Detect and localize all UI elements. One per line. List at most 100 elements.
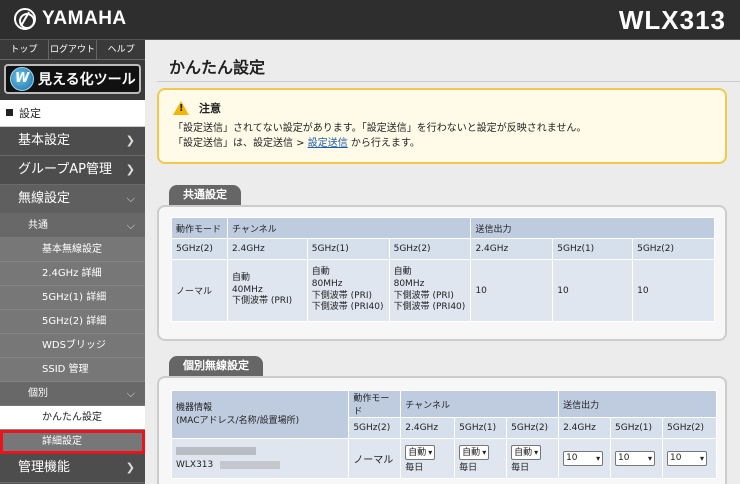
notice-box: ! 注意 「設定送信」されてない設定があります。「設定送信」を行わないと設定が反… bbox=[157, 88, 727, 164]
yamaha-logo: YAMAHA bbox=[14, 8, 127, 30]
header-power: 送信出力 bbox=[558, 390, 717, 418]
power-24ghz-select[interactable]: 10 ▾ bbox=[563, 451, 604, 466]
visualization-tool-button[interactable]: 見える化ツール bbox=[4, 64, 141, 94]
cell-subtext: 毎日 bbox=[459, 462, 478, 473]
cell-line: 80MHz bbox=[311, 278, 343, 289]
notice-heading: ! 注意 bbox=[173, 100, 711, 116]
sidebar-group-label: 個別 bbox=[28, 388, 48, 399]
chevron-down-icon: ▾ bbox=[428, 447, 433, 457]
band-header: 2.4GHz bbox=[470, 238, 554, 260]
cell-line: 下側波帯 (PRI) bbox=[393, 290, 454, 301]
logout-link[interactable]: ログアウト bbox=[49, 40, 98, 59]
cell-line: 自動 bbox=[393, 267, 412, 278]
main-content: かんたん設定 ! 注意 「設定送信」されてない設定があります。「設定送信」を行わ… bbox=[145, 40, 740, 484]
visualization-globe-icon bbox=[10, 67, 34, 91]
select-value: 自動 bbox=[514, 447, 533, 458]
cell-line: 80MHz bbox=[393, 278, 425, 289]
band-header: 5GHz(2) bbox=[632, 238, 715, 260]
cell-line: 40MHz bbox=[231, 284, 263, 295]
square-bullet-icon bbox=[6, 109, 13, 116]
chevron-right-icon: ❯ bbox=[125, 134, 135, 147]
sidebar: トップ ログアウト ヘルプ 見える化ツール 設定 基本設定 ❯ グループAP管理… bbox=[0, 40, 145, 484]
title-divider bbox=[157, 81, 740, 82]
sidebar-group-label: 共通 bbox=[28, 220, 48, 231]
brand-text: YAMAHA bbox=[42, 8, 127, 29]
sidebar-item-basic-settings[interactable]: 基本設定 ❯ bbox=[0, 127, 145, 156]
model-name: WLX313 bbox=[618, 5, 726, 35]
sidebar-item-24ghz-detail[interactable]: 2.4GHz 詳細 bbox=[0, 262, 145, 286]
top-link[interactable]: トップ bbox=[0, 40, 49, 59]
select-value: 10 bbox=[566, 453, 578, 463]
header-mode: 動作モード bbox=[348, 390, 402, 418]
sidebar-group-individual[interactable]: 個別 ⌵ bbox=[0, 382, 145, 406]
chevron-down-icon: ⌵ bbox=[126, 387, 135, 400]
select-value: 10 bbox=[670, 453, 682, 463]
channel-5ghz1-cell: 自動 80MHz 下側波帯 (PRI) 下側波帯 (PRI40) bbox=[306, 259, 390, 322]
select-value: 10 bbox=[618, 453, 630, 463]
sidebar-item-group-ap[interactable]: グループAP管理 ❯ bbox=[0, 156, 145, 185]
redacted-location-block bbox=[220, 460, 281, 469]
individual-settings-table: 機器情報 (MACアドレス/名称/設置場所) 動作モード チャンネル 送信出力 … bbox=[170, 390, 717, 479]
power-5ghz2-cell: 10 ▾ bbox=[662, 438, 717, 479]
power-5ghz2-select[interactable]: 10 ▾ bbox=[667, 451, 708, 466]
notice-line-2-suffix: から行えます。 bbox=[347, 138, 420, 149]
cell-subtext: 毎日 bbox=[405, 462, 424, 473]
channel-5ghz1-cell: 自動 ▾ 毎日 bbox=[454, 438, 508, 479]
power-5ghz2-cell: 10 bbox=[632, 259, 715, 322]
cell-subtext: 毎日 bbox=[511, 462, 530, 473]
sidebar-item-label: 無線設定 bbox=[18, 191, 71, 206]
common-settings-table: 動作モード チャンネル 送信出力 5GHz(2) 2.4GHz 5GHz(1) … bbox=[171, 217, 715, 322]
sidebar-item-ssid-management[interactable]: SSID 管理 bbox=[0, 358, 145, 382]
warning-icon: ! bbox=[173, 101, 189, 115]
chevron-down-icon: ⌵ bbox=[126, 219, 135, 232]
channel-5ghz2-select[interactable]: 自動 ▾ bbox=[511, 444, 542, 460]
channel-24ghz-cell: 自動 40MHz 下側波帯 (PRI) bbox=[226, 259, 308, 322]
sidebar-item-easy-settings[interactable]: かんたん設定 bbox=[0, 406, 145, 430]
device-info-cell: WLX313 bbox=[170, 438, 350, 479]
notice-line-1: 「設定送信」されてない設定があります。「設定送信」を行わないと設定が反映されませ… bbox=[173, 123, 587, 134]
power-5ghz1-cell: 10 bbox=[552, 259, 634, 322]
band-header: 5GHz(2) bbox=[506, 417, 560, 439]
individual-settings-tab: 個別無線設定 bbox=[169, 356, 263, 376]
sidebar-item-5ghz2-detail[interactable]: 5GHz(2) 詳細 bbox=[0, 310, 145, 334]
individual-settings-panel: 機器情報 (MACアドレス/名称/設置場所) 動作モード チャンネル 送信出力 … bbox=[157, 376, 727, 484]
notice-line-2-prefix: 「設定送信」は、設定送信 > bbox=[173, 138, 308, 149]
page-title: かんたん設定 bbox=[169, 58, 266, 77]
channel-24ghz-select[interactable]: 自動 ▾ bbox=[405, 444, 436, 460]
sidebar-item-basic-wireless[interactable]: 基本無線設定 bbox=[0, 238, 145, 262]
header-power: 送信出力 bbox=[470, 217, 715, 239]
power-24ghz-cell: 10 ▾ bbox=[558, 438, 612, 479]
sidebar-group-common[interactable]: 共通 ⌵ bbox=[0, 214, 145, 238]
sidebar-item-detailed-settings[interactable]: 詳細設定 bbox=[0, 430, 145, 454]
sidebar-top-links: トップ ログアウト ヘルプ bbox=[0, 40, 145, 60]
header-channel: チャンネル bbox=[400, 390, 560, 418]
chevron-down-icon: ⌵ bbox=[126, 192, 135, 205]
mode-value: 5GHz(2) bbox=[171, 238, 228, 260]
chevron-right-icon: ❯ bbox=[125, 461, 135, 474]
sidebar-item-5ghz1-detail[interactable]: 5GHz(1) 詳細 bbox=[0, 286, 145, 310]
common-settings-panel: 動作モード チャンネル 送信出力 5GHz(2) 2.4GHz 5GHz(1) … bbox=[157, 205, 727, 341]
band-header: 2.4GHz bbox=[226, 238, 308, 260]
channel-5ghz1-select[interactable]: 自動 ▾ bbox=[459, 444, 490, 460]
mode-cell: ノーマル bbox=[348, 438, 402, 479]
sidebar-item-wds-bridge[interactable]: WDSブリッジ bbox=[0, 334, 145, 358]
channel-5ghz2-cell: 自動 80MHz 下側波帯 (PRI) 下側波帯 (PRI40) bbox=[388, 259, 472, 322]
sidebar-item-wireless[interactable]: 無線設定 ⌵ bbox=[0, 185, 145, 214]
sidebar-item-management[interactable]: 管理機能 ❯ bbox=[0, 454, 145, 483]
chevron-down-icon: ▾ bbox=[596, 454, 601, 463]
notice-line-2: 「設定送信」は、設定送信 > 設定送信 から行えます。 bbox=[173, 138, 711, 149]
band-header: 5GHz(1) bbox=[454, 417, 508, 439]
header-device-info: 機器情報 (MACアドレス/名称/設置場所) bbox=[170, 390, 350, 439]
send-settings-link[interactable]: 設定送信 bbox=[308, 138, 348, 149]
common-settings-tab: 共通設定 bbox=[169, 185, 241, 205]
chevron-down-icon: ▾ bbox=[700, 454, 705, 463]
notice-heading-text: 注意 bbox=[199, 102, 221, 115]
power-5ghz1-select[interactable]: 10 ▾ bbox=[615, 451, 656, 466]
cell-line: 下側波帯 (PRI) bbox=[311, 290, 372, 301]
sidebar-item-label: グループAP管理 bbox=[18, 162, 112, 177]
cell-line: 下側波帯 (PRI40) bbox=[393, 302, 466, 313]
channel-5ghz2-cell: 自動 ▾ 毎日 bbox=[506, 438, 560, 479]
select-value: 自動 bbox=[462, 447, 481, 458]
redacted-mac-block bbox=[176, 447, 256, 455]
help-link[interactable]: ヘルプ bbox=[97, 40, 145, 59]
